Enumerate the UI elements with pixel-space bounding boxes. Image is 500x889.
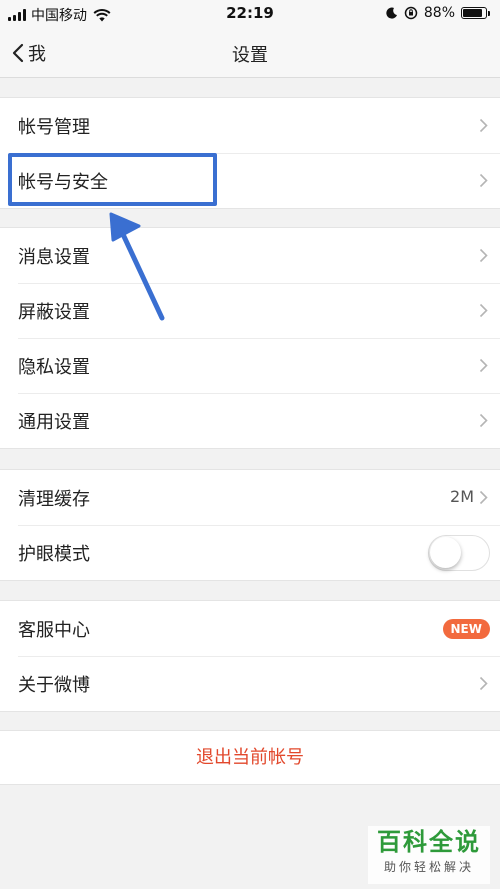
chevron-right-icon	[479, 676, 488, 691]
chevron-right-icon	[479, 173, 488, 188]
new-badge: NEW	[442, 619, 490, 639]
row-label: 消息设置	[18, 246, 90, 268]
chevron-right-icon	[479, 303, 488, 318]
rotation-lock-icon	[404, 6, 418, 20]
row-label: 隐私设置	[18, 356, 90, 378]
moon-icon	[386, 7, 397, 19]
chevron-right-icon	[479, 118, 488, 133]
logout-button[interactable]: 退出当前帐号	[0, 730, 500, 785]
annotation-highlight-box	[8, 153, 217, 206]
row-about-weibo[interactable]: 关于微博	[0, 656, 500, 711]
toggle-knob	[430, 537, 461, 568]
chevron-right-icon	[479, 413, 488, 428]
settings-group-storage: 清理缓存 2M 护眼模式	[0, 469, 500, 581]
row-label: 通用设置	[18, 411, 90, 433]
settings-group-support: 客服中心 NEW 关于微博	[0, 600, 500, 712]
row-privacy-settings[interactable]: 隐私设置	[0, 338, 500, 393]
row-clear-cache[interactable]: 清理缓存 2M	[0, 470, 500, 525]
page-title: 设置	[232, 45, 268, 66]
watermark-title: 百科全说	[377, 828, 481, 856]
annotation-arrow-icon	[109, 212, 165, 321]
row-label: 关于微博	[18, 674, 90, 696]
row-block-settings[interactable]: 屏蔽设置	[0, 283, 500, 338]
watermark-logo: 百科全说 助你轻松解决	[368, 826, 490, 884]
eye-protection-toggle[interactable]	[428, 535, 490, 571]
row-customer-service[interactable]: 客服中心 NEW	[0, 601, 500, 656]
chevron-right-icon	[479, 490, 488, 505]
row-label: 屏蔽设置	[18, 301, 90, 323]
row-label: 客服中心	[18, 619, 90, 641]
row-label: 清理缓存	[18, 488, 90, 510]
row-label: 护眼模式	[18, 543, 90, 565]
cache-size: 2M	[450, 487, 474, 506]
chevron-right-icon	[479, 248, 488, 263]
row-eye-protection: 护眼模式	[0, 525, 500, 580]
nav-bar: 我 设置	[0, 28, 500, 78]
status-bar: 中国移动 22:19 88%	[0, 0, 500, 28]
row-general-settings[interactable]: 通用设置	[0, 393, 500, 448]
row-message-settings[interactable]: 消息设置	[0, 228, 500, 283]
status-right: 88%	[386, 5, 490, 21]
row-account-management[interactable]: 帐号管理	[0, 98, 500, 153]
watermark-subtitle: 助你轻松解决	[383, 860, 474, 874]
settings-group-general: 消息设置 屏蔽设置 隐私设置 通用设置	[0, 227, 500, 449]
battery-icon	[461, 7, 490, 19]
battery-fill	[463, 9, 483, 17]
row-label: 帐号管理	[18, 116, 90, 138]
chevron-right-icon	[479, 358, 488, 373]
battery-percent: 88%	[423, 5, 455, 21]
